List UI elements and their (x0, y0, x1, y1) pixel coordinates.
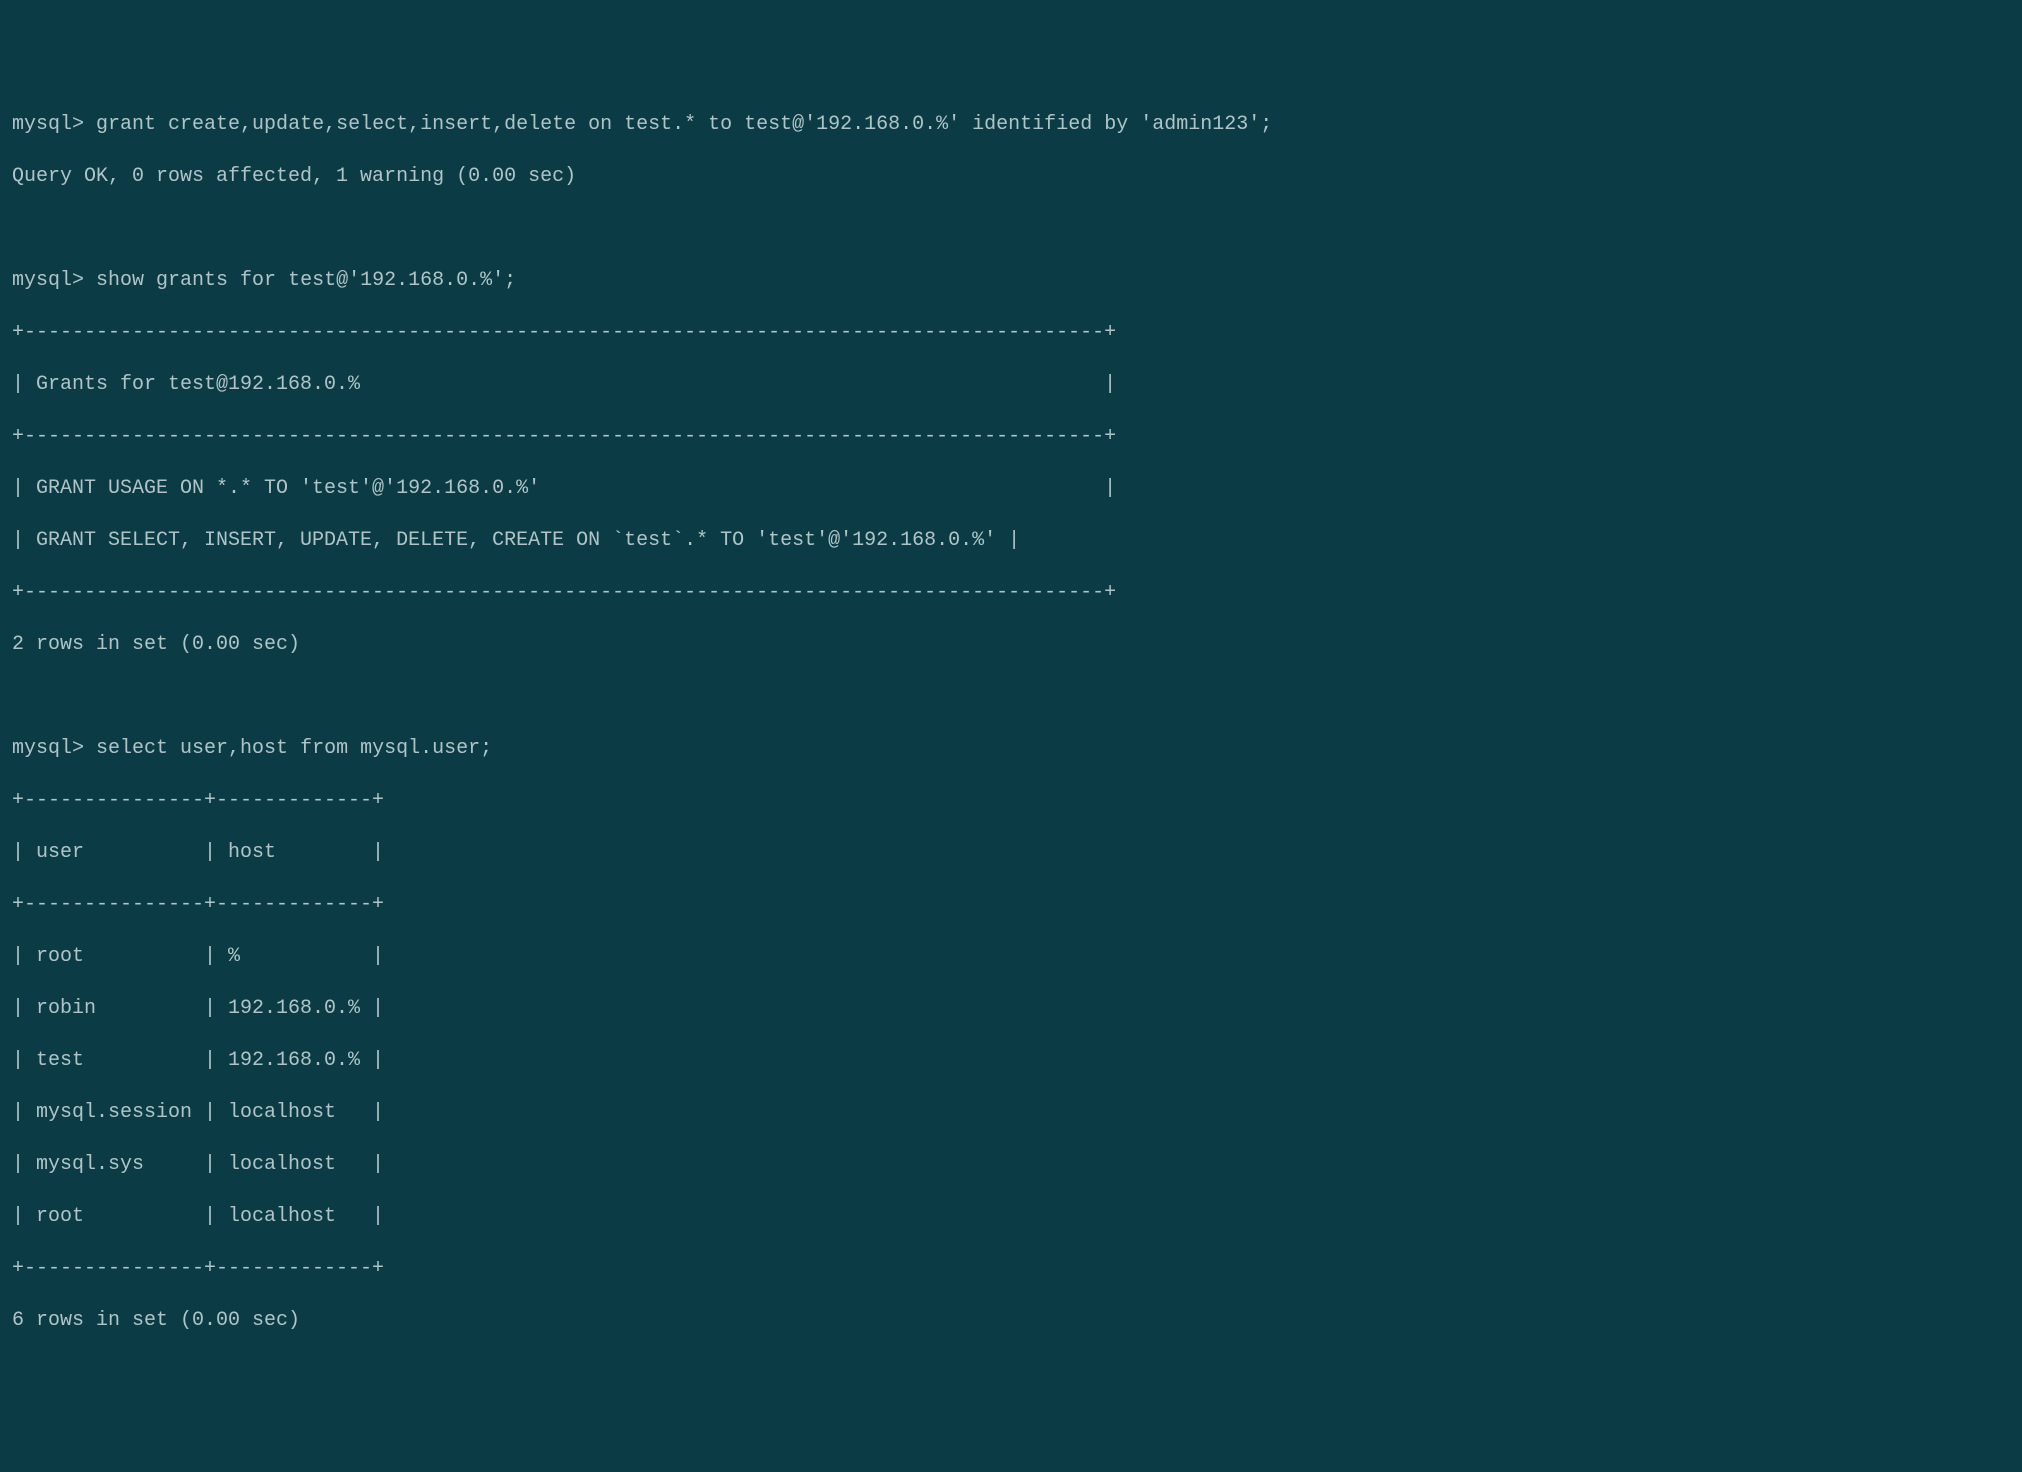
table-header: | user | host | (12, 840, 2010, 866)
cmd-line-1[interactable]: mysql> grant create,update,select,insert… (12, 112, 2010, 138)
blank-line (12, 684, 2010, 710)
result-line-1: Query OK, 0 rows affected, 1 warning (0.… (12, 164, 2010, 190)
table-row: | root | % | (12, 944, 2010, 970)
table-border: +---------------+-------------+ (12, 788, 2010, 814)
prompt: mysql> (12, 269, 84, 292)
command: show grants for test@'192.168.0.%'; (96, 269, 516, 292)
table-row: | GRANT USAGE ON *.* TO 'test'@'192.168.… (12, 476, 2010, 502)
cmd-line-2[interactable]: mysql> show grants for test@'192.168.0.%… (12, 268, 2010, 294)
result-line-2: 2 rows in set (0.00 sec) (12, 632, 2010, 658)
table-row: | GRANT SELECT, INSERT, UPDATE, DELETE, … (12, 528, 2010, 554)
table-row: | mysql.session | localhost | (12, 1100, 2010, 1126)
cmd-line-3[interactable]: mysql> select user,host from mysql.user; (12, 736, 2010, 762)
table-row: | robin | 192.168.0.% | (12, 996, 2010, 1022)
command: select user,host from mysql.user; (96, 737, 492, 760)
table-border: +---------------------------------------… (12, 424, 2010, 450)
table-row: | mysql.sys | localhost | (12, 1152, 2010, 1178)
table-border: +---------------------------------------… (12, 580, 2010, 606)
blank-line (12, 216, 2010, 242)
table-border: +---------------+-------------+ (12, 892, 2010, 918)
table-row: | root | localhost | (12, 1204, 2010, 1230)
prompt: mysql> (12, 737, 84, 760)
result-line-3: 6 rows in set (0.00 sec) (12, 1308, 2010, 1334)
table-border: +---------------+-------------+ (12, 1256, 2010, 1282)
table-border: +---------------------------------------… (12, 320, 2010, 346)
table-header: | Grants for test@192.168.0.% | (12, 372, 2010, 398)
prompt: mysql> (12, 113, 84, 136)
table-row: | test | 192.168.0.% | (12, 1048, 2010, 1074)
command: grant create,update,select,insert,delete… (96, 113, 1272, 136)
